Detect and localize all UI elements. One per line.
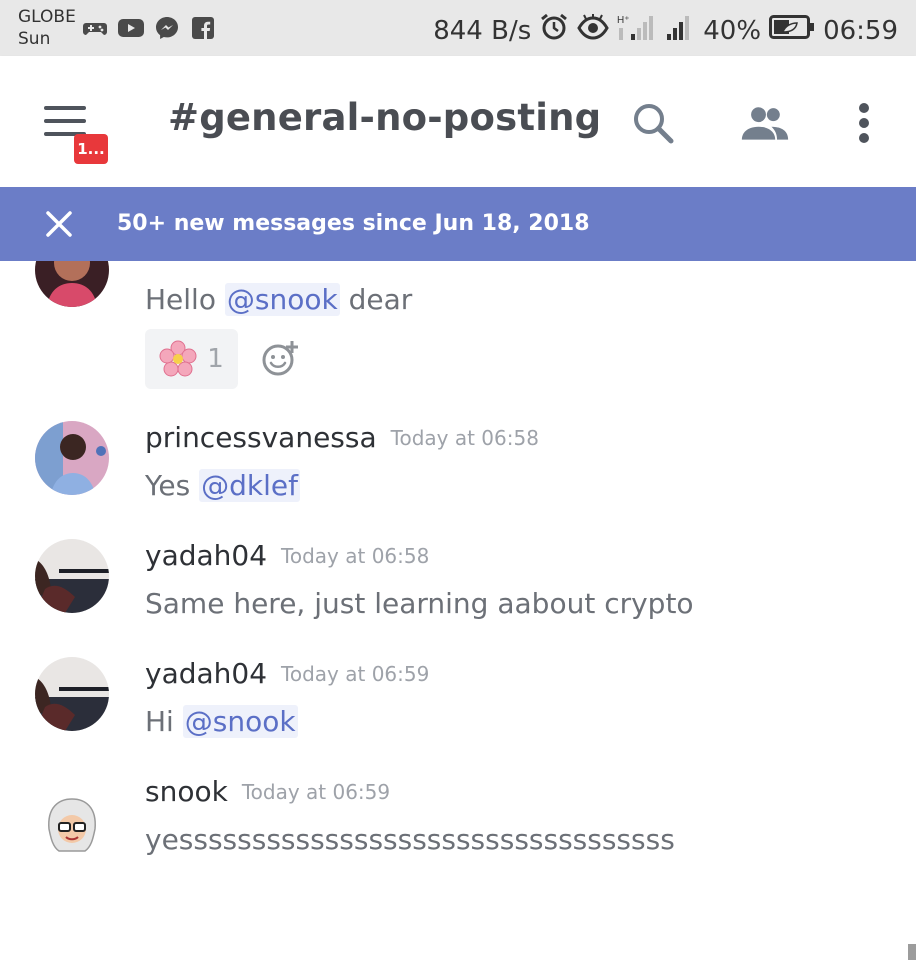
more-vertical-icon [859,103,869,143]
eye-icon [577,14,609,47]
reaction-chip[interactable]: 1 [145,329,238,389]
message-content: Yes @dklef [145,469,300,502]
user-mention[interactable]: @dklef [199,469,300,502]
avatar[interactable] [35,789,109,863]
network-speed: 844 B/s [433,15,532,46]
message-author[interactable]: yadah04 Today at 06:59 [145,657,429,690]
messenger-icon [154,17,180,39]
notification-icons [82,17,216,39]
avatar[interactable] [35,421,109,495]
avatar[interactable] [35,657,109,731]
signal-hplus-icon: H⁺ [617,12,657,49]
signal-icon [665,12,695,49]
cherry-blossom-icon [159,340,197,377]
author-name[interactable]: princessvanessa [145,421,377,454]
message-text: yessssssssssssssssssssssssssssssssss [145,823,675,856]
add-reaction-icon [262,341,298,376]
svg-text:H⁺: H⁺ [617,15,630,26]
status-right: 844 B/s H⁺ 40% 06:59 [433,12,898,49]
dismiss-banner-button[interactable] [40,205,78,243]
search-button[interactable] [628,98,678,148]
avatar[interactable] [35,261,109,307]
carrier-line-1: GLOBE [18,7,76,27]
carrier-line-2: Sun [18,29,51,49]
message-author[interactable]: princessvanessa Today at 06:58 [145,421,539,454]
message-content: Same here, just learning aabout crypto [145,587,694,620]
channel-header: 1... #general-no-posting [0,56,916,187]
message-content: Hello @snook dear [145,283,412,316]
message-content: yessssssssssssssssssssssssssssssssss [145,823,675,856]
message-timestamp: Today at 06:59 [241,780,391,804]
facebook-icon [190,17,216,39]
add-reaction-button[interactable] [262,339,300,377]
user-mention[interactable]: @snook [224,283,340,316]
members-button[interactable] [740,98,790,148]
scrollbar-thumb[interactable] [908,944,916,960]
message-timestamp: Today at 06:58 [281,544,430,568]
message-author[interactable]: yadah04 Today at 06:58 [145,539,429,572]
reaction-count: 1 [207,344,224,374]
banner-text: 50+ new messages since Jun 18, 2018 [117,211,590,236]
message-text: Same here, just learning aabout crypto [145,587,694,620]
message-text: Yes [145,469,200,502]
author-name[interactable]: snook [145,775,228,808]
status-bar: GLOBE Sun 844 B/s H⁺ 40% 06:59 [0,0,916,56]
message-author[interactable]: snook Today at 06:59 [145,775,390,808]
alarm-icon [539,12,569,49]
user-mention[interactable]: @snook [182,705,298,738]
message-timestamp: Today at 06:59 [281,662,430,686]
channel-title: #general-no-posting [168,96,602,139]
message-text: Hello [145,283,225,316]
battery-percent: 40% [703,15,762,46]
search-icon [634,104,674,144]
author-name[interactable]: yadah04 [145,657,267,690]
new-messages-banner[interactable]: 50+ new messages since Jun 18, 2018 [0,187,916,261]
message-timestamp: Today at 06:58 [390,426,539,450]
battery-icon [769,14,815,47]
close-icon [46,211,72,237]
more-options-button[interactable] [839,98,889,148]
message-content: Hi @snook [145,705,298,738]
members-icon [741,107,789,140]
message-list[interactable]: Hello @snook dear 1 princessvanessa Today… [0,261,916,960]
author-name[interactable]: yadah04 [145,539,267,572]
gamepad-icon [82,17,108,39]
message-text: Hi [145,705,183,738]
clock: 06:59 [823,15,898,46]
carrier-label: GLOBE Sun [18,6,76,50]
unread-badge: 1... [74,134,108,164]
youtube-icon [118,17,144,39]
avatar[interactable] [35,539,109,613]
message-text: dear [339,283,413,316]
